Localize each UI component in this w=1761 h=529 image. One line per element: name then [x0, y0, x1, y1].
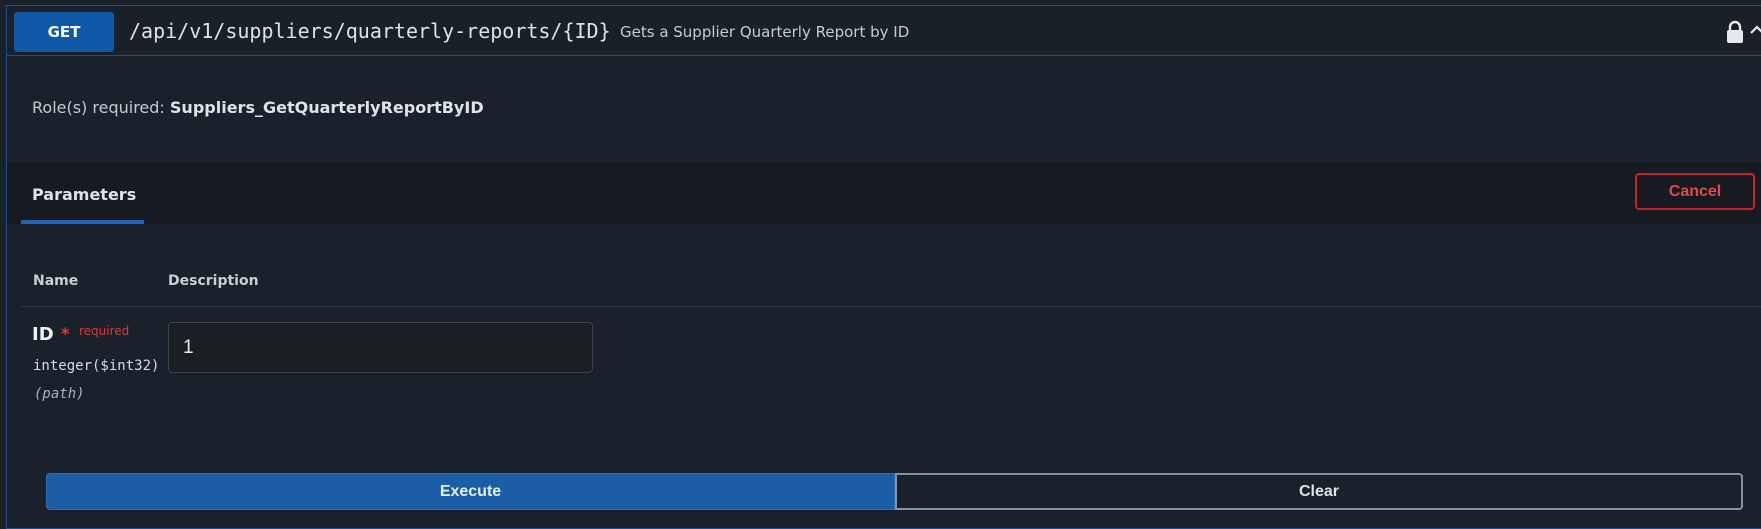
column-header-description: Description	[168, 273, 259, 289]
required-label: required	[79, 324, 130, 338]
lock-icon[interactable]	[1725, 20, 1745, 44]
operation-summary: Gets a Supplier Quarterly Report by ID	[620, 23, 910, 41]
operation-summary-bar[interactable]: GET /api/v1/suppliers/quarterly-reports/…	[7, 6, 1761, 56]
parameter-location: (path)	[34, 386, 85, 402]
parameter-name: ID	[32, 324, 54, 345]
column-header-name: Name	[33, 273, 79, 289]
tab-parameters-label: Parameters	[32, 185, 137, 204]
table-divider	[21, 306, 1761, 307]
http-method-badge: GET	[14, 12, 114, 52]
roles-value: Suppliers_GetQuarterlyReportByID	[169, 98, 484, 117]
cancel-button[interactable]: Cancel	[1635, 173, 1755, 210]
id-input[interactable]	[168, 322, 593, 373]
parameters-header: Parameters Cancel	[7, 163, 1761, 224]
endpoint-path: /api/v1/suppliers/quarterly-reports/{ID}	[129, 19, 611, 43]
execute-button[interactable]: Execute	[46, 473, 895, 510]
tab-parameters[interactable]: Parameters	[21, 163, 144, 224]
clear-button[interactable]: Clear	[895, 473, 1743, 510]
required-star: *	[61, 324, 70, 343]
roles-required: Role(s) required: Suppliers_GetQuarterly…	[32, 98, 484, 117]
parameter-type: integer($int32)	[33, 358, 160, 374]
operation-block: GET /api/v1/suppliers/quarterly-reports/…	[6, 5, 1761, 529]
roles-label: Role(s) required:	[32, 98, 165, 117]
chevron-up-icon[interactable]	[1749, 22, 1761, 38]
